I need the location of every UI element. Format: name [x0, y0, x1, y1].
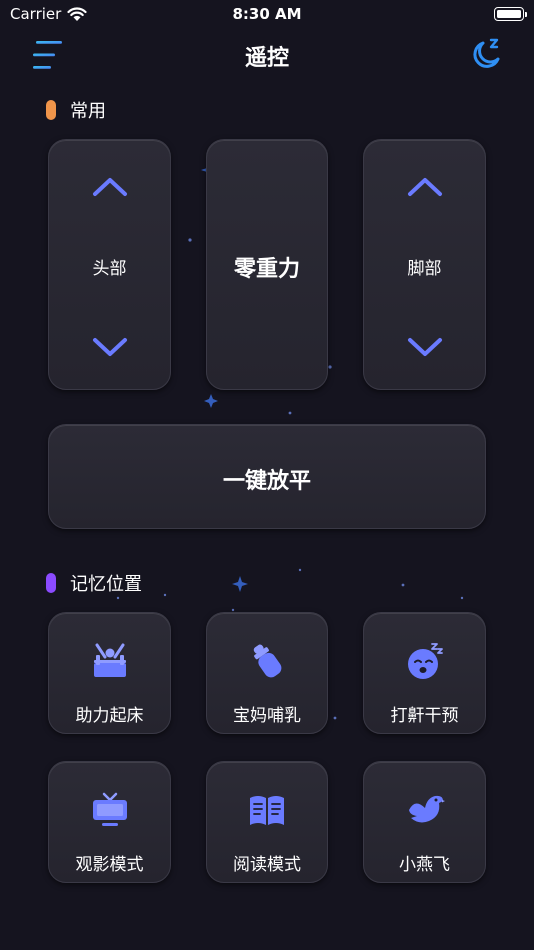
common-section-marker	[46, 100, 56, 120]
status-bar: Carrier 8:30 AM	[0, 0, 534, 28]
one-key-flat-button[interactable]: 一键放平	[48, 424, 486, 529]
night-mode-button[interactable]	[470, 37, 502, 71]
foot-label: 脚部	[407, 259, 442, 279]
foot-down-button[interactable]	[407, 336, 443, 358]
memory-item-reading[interactable]: 阅读模式	[206, 761, 328, 883]
foot-control-card: 脚部	[363, 139, 486, 390]
memory-item-label: 助力起床	[75, 706, 144, 726]
memory-item-snoring[interactable]: 打鼾干预	[363, 612, 486, 734]
nav-bar: 遥控	[0, 28, 534, 82]
memory-item-label: 阅读模式	[233, 855, 301, 875]
zero-gravity-button[interactable]: 零重力	[206, 139, 328, 390]
status-time: 8:30 AM	[232, 5, 302, 23]
wake-up-bed-icon	[93, 643, 126, 677]
memory-item-swallow[interactable]: 小燕飞	[363, 761, 486, 883]
head-down-button[interactable]	[92, 336, 128, 358]
memory-item-label: 小燕飞	[399, 855, 450, 875]
common-section-header: 常用	[46, 97, 106, 123]
memory-section-header: 记忆位置	[46, 570, 142, 596]
head-control-card: 头部	[48, 139, 171, 390]
memory-item-nursing[interactable]: 宝妈哺乳	[206, 612, 328, 734]
memory-item-wake-up[interactable]: 助力起床	[48, 612, 171, 734]
open-book-icon	[250, 796, 284, 825]
memory-item-label: 打鼾干预	[390, 706, 459, 726]
memory-item-movie[interactable]: 观影模式	[48, 761, 171, 883]
memory-item-label: 宝妈哺乳	[233, 706, 301, 726]
bird-icon	[408, 795, 445, 823]
page-title: 遥控	[244, 46, 289, 71]
head-label: 头部	[92, 259, 127, 279]
head-up-button[interactable]	[92, 176, 128, 198]
moon-sleep-icon	[473, 38, 500, 68]
baby-bottle-icon	[253, 644, 282, 678]
one-key-flat-label: 一键放平	[222, 469, 311, 494]
foot-up-button[interactable]	[407, 176, 443, 198]
zero-gravity-label: 零重力	[233, 257, 300, 282]
memory-item-label: 观影模式	[75, 855, 144, 875]
memory-section-title: 记忆位置	[70, 574, 142, 595]
common-section-title: 常用	[70, 101, 106, 122]
memory-section-marker	[46, 573, 56, 593]
tv-icon	[92, 792, 127, 826]
snoring-face-icon	[407, 643, 443, 679]
battery-icon	[494, 7, 527, 21]
